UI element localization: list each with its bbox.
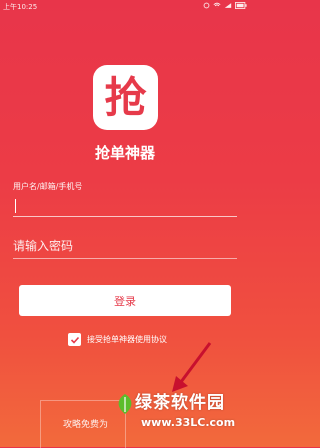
wifi-icon [213, 2, 221, 8]
password-placeholder: 请输入密码 [13, 239, 74, 253]
app-icon: 抢 [93, 65, 158, 130]
status-icons [203, 2, 247, 9]
password-input[interactable]: 请输入密码 [13, 232, 237, 259]
battery-icon [235, 2, 247, 9]
signal-icon [224, 3, 232, 8]
status-time: 上午10:25 [3, 3, 38, 11]
agree-text: 接受抢单神器使用协议 [87, 335, 167, 344]
leaf-logo-icon [118, 394, 132, 414]
agree-checkbox[interactable] [68, 333, 81, 346]
annotation-arrow-icon [172, 342, 212, 392]
username-label: 用户名/邮箱/手机号 [13, 182, 83, 191]
app-icon-glyph: 抢 [104, 72, 147, 122]
watermark-title: 绿茶软件园 [135, 393, 225, 413]
agree-terms[interactable]: 接受抢单神器使用协议 [68, 333, 167, 346]
login-button[interactable]: 登录 [19, 285, 231, 316]
watermark: 绿茶软件园 www.33LC.com [115, 388, 250, 440]
bottom-link[interactable]: 攻略免费为 [63, 417, 108, 430]
username-input[interactable] [13, 196, 237, 217]
alarm-icon [203, 2, 210, 9]
text-caret [15, 199, 16, 213]
app-name: 抢单神器 [94, 144, 155, 162]
status-bar: 上午10:25 [0, 0, 250, 14]
check-icon [70, 336, 79, 344]
watermark-url: www.33LC.com [141, 416, 236, 429]
